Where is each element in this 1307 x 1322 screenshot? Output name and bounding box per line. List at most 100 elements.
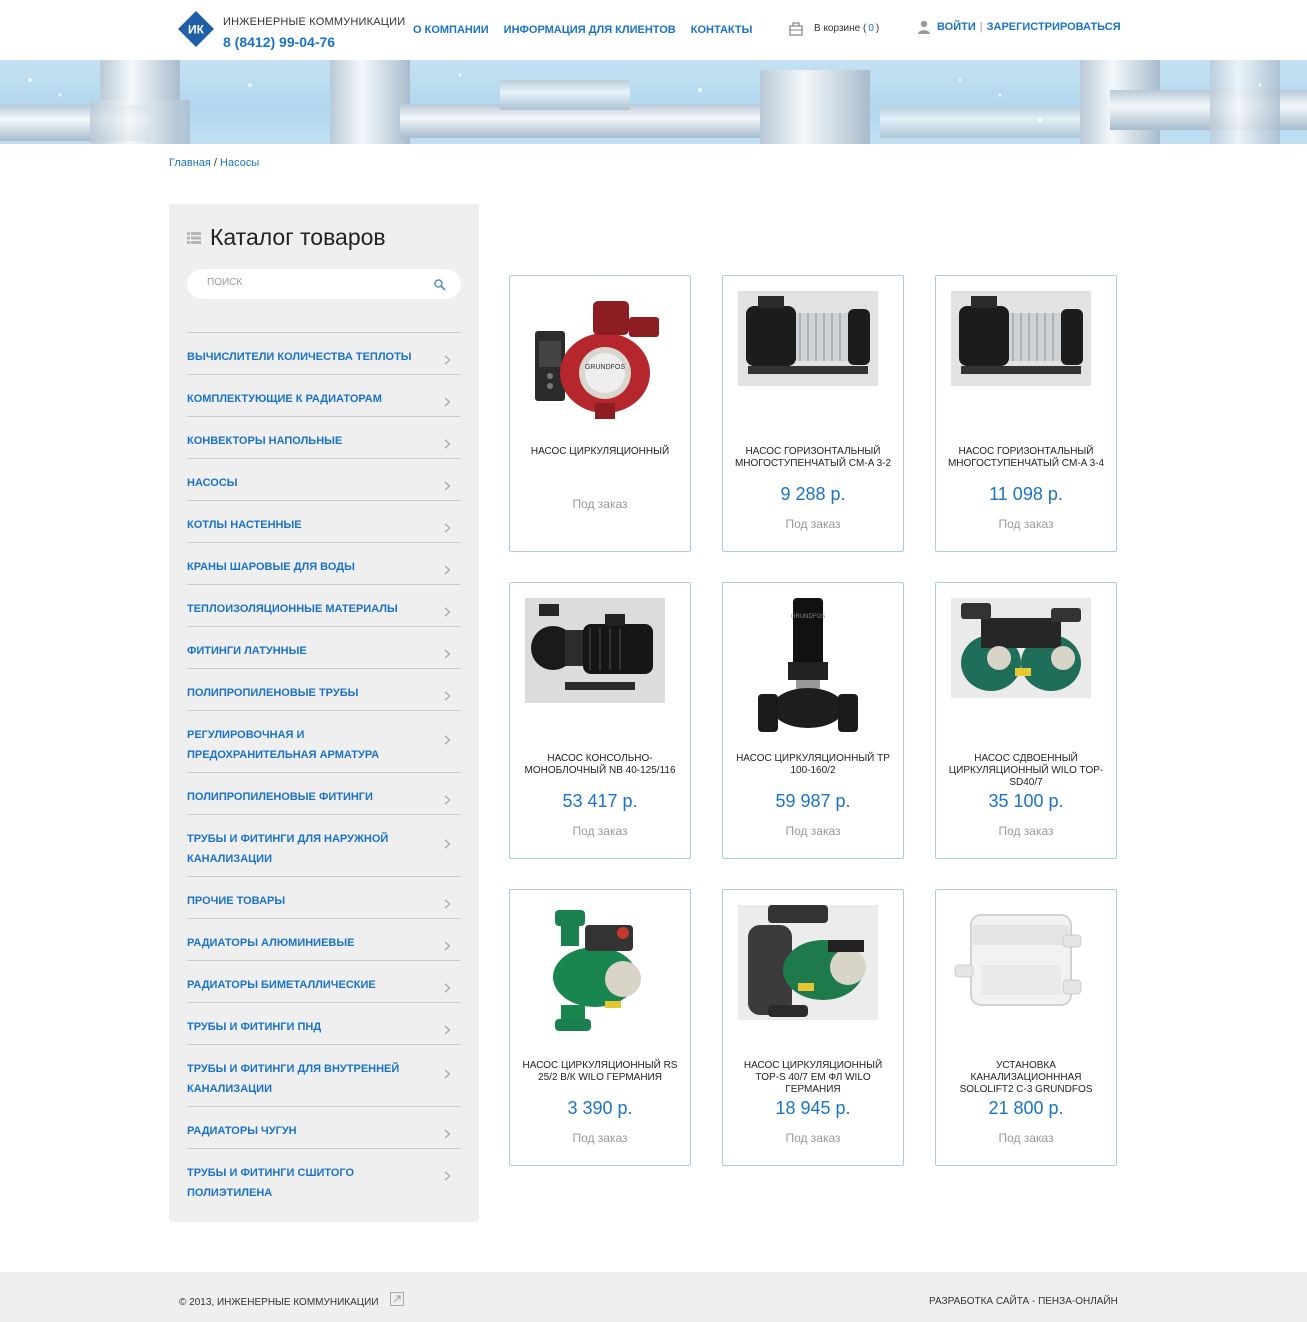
- breadcrumb: Главная / Насосы: [169, 157, 259, 169]
- product-card[interactable]: Насос горизонтальный многоступенчатый CM…: [935, 275, 1117, 552]
- cart-icon: [789, 22, 803, 36]
- product-name[interactable]: Насос циркуляционный: [518, 446, 682, 458]
- category-label[interactable]: Насосы: [187, 473, 431, 493]
- product-price: 11 098 р.: [989, 484, 1063, 504]
- category-item[interactable]: Регулировочная и предохранительная армат…: [187, 710, 461, 772]
- category-label[interactable]: Фитинги латунные: [187, 641, 431, 661]
- category-item[interactable]: Вычислители количества теплоты: [187, 332, 461, 374]
- category-item[interactable]: Прочие товары: [187, 876, 461, 918]
- category-item[interactable]: Котлы настенные: [187, 500, 461, 542]
- category-item[interactable]: Теплоизоляционные материалы: [187, 584, 461, 626]
- category-item[interactable]: Трубы и фитинги ПНД: [187, 1002, 461, 1044]
- category-label[interactable]: Вычислители количества теплоты: [187, 347, 431, 367]
- chevron-right-icon: [444, 795, 451, 805]
- product-price: 53 417 р.: [562, 791, 638, 811]
- category-label[interactable]: Трубы и фитинги сшитого полиэтилена: [187, 1163, 431, 1203]
- category-label[interactable]: Трубы и фитинги ПНД: [187, 1017, 431, 1037]
- horizontal-multistage-pump-image[interactable]: [951, 291, 1091, 431]
- product-card[interactable]: Насос циркуляционный RS 25/2 В/К Wilo Ге…: [509, 889, 691, 1166]
- category-label[interactable]: Радиаторы биметаллические: [187, 975, 431, 995]
- category-label[interactable]: Прочие товары: [187, 891, 431, 911]
- nav-link-contacts[interactable]: Контакты: [691, 24, 753, 36]
- search-box: [187, 269, 461, 299]
- category-item[interactable]: Радиаторы чугун: [187, 1106, 461, 1148]
- external-link-icon[interactable]: [390, 1292, 404, 1306]
- category-label[interactable]: Полипропиленовые фитинги: [187, 787, 431, 807]
- inline-vertical-pump-image[interactable]: GRUNDFOS: [738, 598, 878, 738]
- availability-status: Под заказ: [998, 517, 1054, 531]
- category-item[interactable]: Трубы и фитинги для внутренней канализац…: [187, 1044, 461, 1106]
- red-circulation-pump-image[interactable]: GRUNDFOS: [525, 291, 665, 431]
- auth-links: Войти | Зарегистрироваться: [918, 20, 1121, 34]
- category-label[interactable]: Теплоизоляционные материалы: [187, 599, 431, 619]
- horizontal-multistage-pump-image[interactable]: [738, 291, 878, 431]
- chevron-right-icon: [444, 439, 451, 449]
- product-name[interactable]: Насос консольно-моноблочный NB 40-125/11…: [518, 753, 682, 777]
- category-item[interactable]: Конвекторы напольные: [187, 416, 461, 458]
- category-label[interactable]: Радиаторы чугун: [187, 1121, 431, 1141]
- sewage-lifting-unit-image[interactable]: [951, 905, 1091, 1045]
- product-card[interactable]: Насос циркуляционный TOP-S 40/7 EM фл Wi…: [722, 889, 904, 1166]
- nav-link-about[interactable]: О компании: [413, 24, 489, 36]
- category-item[interactable]: Полипропиленовые фитинги: [187, 772, 461, 814]
- cart-label: В корзине: [814, 22, 861, 34]
- search-input[interactable]: [207, 277, 417, 288]
- product-name[interactable]: Насос циркуляционный TOP-S 40/7 EM фл Wi…: [731, 1060, 895, 1096]
- product-card[interactable]: Насос консольно-моноблочный NB 40-125/11…: [509, 582, 691, 859]
- cart-count[interactable]: 0: [868, 23, 874, 34]
- breadcrumb-current-link[interactable]: Насосы: [220, 157, 259, 169]
- product-name[interactable]: Насос горизонтальный многоступенчатый CM…: [731, 446, 895, 470]
- category-label[interactable]: Трубы и фитинги для внутренней канализац…: [187, 1059, 431, 1099]
- logo-icon[interactable]: ИК: [178, 11, 214, 47]
- auth-divider: |: [979, 21, 983, 33]
- category-label[interactable]: Регулировочная и предохранительная армат…: [187, 725, 431, 765]
- category-item[interactable]: Комплектующие к радиаторам: [187, 374, 461, 416]
- category-item[interactable]: Насосы: [187, 458, 461, 500]
- user-icon: [918, 20, 930, 34]
- product-card[interactable]: Насос горизонтальный многоступенчатый CM…: [722, 275, 904, 552]
- product-name[interactable]: Насос циркуляционный TP 100-160/2: [731, 753, 895, 777]
- login-link[interactable]: Войти: [937, 21, 976, 33]
- category-label[interactable]: Конвекторы напольные: [187, 431, 431, 451]
- category-label[interactable]: Полипропиленовые трубы: [187, 683, 431, 703]
- category-item[interactable]: Краны шаровые для воды: [187, 542, 461, 584]
- category-item[interactable]: Фитинги латунные: [187, 626, 461, 668]
- category-item[interactable]: Трубы и фитинги сшитого полиэтилена: [187, 1148, 461, 1199]
- product-name[interactable]: Насос сдвоенный циркуляционный Wilo TOP-…: [944, 753, 1108, 789]
- chevron-right-icon: [444, 565, 451, 575]
- category-item[interactable]: Трубы и фитинги для наружной канализации: [187, 814, 461, 876]
- pipes-banner-image: [0, 60, 1307, 144]
- category-label[interactable]: Радиаторы алюминиевые: [187, 933, 431, 953]
- cart-widget[interactable]: В корзине (0): [788, 20, 879, 36]
- developer-link[interactable]: Разработка сайта - Пенза-Онлайн: [929, 1296, 1118, 1307]
- availability-status: Под заказ: [785, 824, 841, 838]
- green-circulation-pump-image[interactable]: [525, 905, 665, 1045]
- product-name[interactable]: Насос циркуляционный RS 25/2 В/К Wilo Ге…: [518, 1060, 682, 1084]
- category-item[interactable]: Радиаторы алюминиевые: [187, 918, 461, 960]
- main-nav: О компании Информация для клиентов Конта…: [413, 24, 752, 36]
- flanged-circulation-pump-image[interactable]: [738, 905, 878, 1045]
- product-card[interactable]: GRUNDFOS Насос циркуляционный Под заказ: [509, 275, 691, 552]
- logo-text: ИК: [188, 23, 205, 37]
- product-name[interactable]: Насос горизонтальный многоступенчатый CM…: [944, 446, 1108, 470]
- category-label[interactable]: Комплектующие к радиаторам: [187, 389, 431, 409]
- category-list: Вычислители количества теплоты Комплектую…: [187, 332, 461, 1199]
- product-price: 9 288 р.: [780, 484, 846, 504]
- category-item[interactable]: Радиаторы биметаллические: [187, 960, 461, 1002]
- nav-link-client-info[interactable]: Информация для клиентов: [504, 24, 676, 36]
- breadcrumb-home-link[interactable]: Главная: [169, 157, 211, 169]
- twin-pump-image[interactable]: [951, 598, 1091, 738]
- chevron-right-icon: [444, 1171, 451, 1181]
- product-card[interactable]: Установка канализационнная Sololift2 C-3…: [935, 889, 1117, 1166]
- monoblock-pump-image[interactable]: [525, 598, 665, 738]
- availability-status: Под заказ: [572, 1131, 628, 1145]
- category-item[interactable]: Полипропиленовые трубы: [187, 668, 461, 710]
- search-icon[interactable]: [434, 279, 446, 291]
- category-label[interactable]: Котлы настенные: [187, 515, 431, 535]
- category-label[interactable]: Краны шаровые для воды: [187, 557, 431, 577]
- category-label[interactable]: Трубы и фитинги для наружной канализации: [187, 829, 431, 869]
- product-card[interactable]: Насос сдвоенный циркуляционный Wilo TOP-…: [935, 582, 1117, 859]
- register-link[interactable]: Зарегистрироваться: [987, 21, 1121, 33]
- product-name[interactable]: Установка канализационнная Sololift2 C-3…: [944, 1060, 1108, 1096]
- product-card[interactable]: GRUNDFOS Насос циркуляционный TP 100-160/…: [722, 582, 904, 859]
